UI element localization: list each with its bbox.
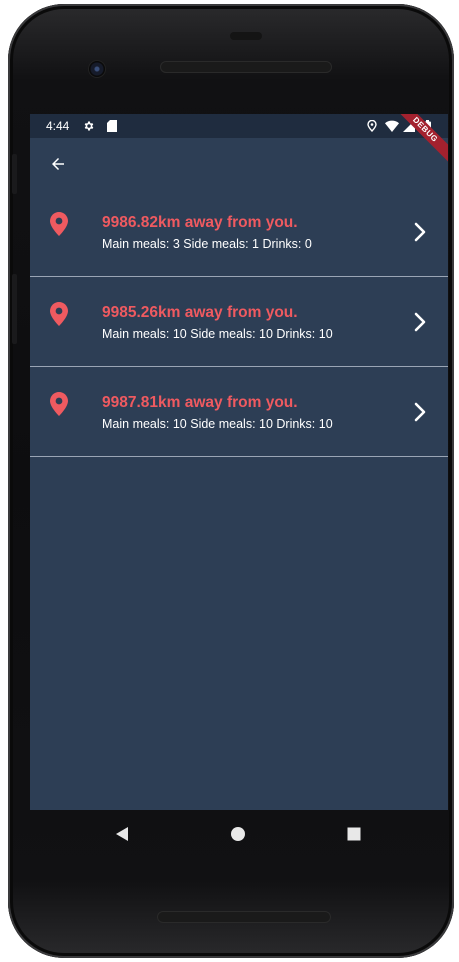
nav-recents-button[interactable] bbox=[342, 822, 366, 846]
location-pin-icon bbox=[50, 302, 68, 326]
item-distance: 9986.82km away from you. bbox=[102, 214, 298, 231]
chevron-right-icon bbox=[414, 222, 426, 242]
app-screen: 4:44 DEBUG 9986.82km away from you. Main… bbox=[30, 114, 448, 810]
settings-icon bbox=[82, 118, 96, 134]
back-triangle-icon bbox=[116, 827, 128, 841]
power-button bbox=[12, 274, 17, 344]
sd-card-icon bbox=[106, 118, 118, 134]
system-nav-bar bbox=[30, 810, 448, 858]
item-distance: 9985.26km away from you. bbox=[102, 304, 298, 321]
bottom-speaker bbox=[157, 911, 331, 923]
restaurant-list: 9986.82km away from you. Main meals: 3 S… bbox=[30, 187, 448, 457]
arrow-back-icon bbox=[52, 158, 64, 170]
item-distance: 9987.81km away from you. bbox=[102, 394, 298, 411]
volume-button bbox=[12, 154, 17, 194]
item-meal-counts: Main meals: 10 Side meals: 10 Drinks: 10 bbox=[102, 417, 333, 431]
status-time: 4:44 bbox=[46, 119, 70, 133]
item-meal-counts: Main meals: 10 Side meals: 10 Drinks: 10 bbox=[102, 327, 333, 341]
status-bar: 4:44 DEBUG bbox=[30, 114, 448, 167]
item-meal-counts: Main meals: 3 Side meals: 1 Drinks: 0 bbox=[102, 237, 312, 251]
list-item[interactable]: 9985.26km away from you. Main meals: 10 … bbox=[30, 277, 448, 367]
wifi-icon bbox=[384, 118, 400, 134]
list-item[interactable]: 9986.82km away from you. Main meals: 3 S… bbox=[30, 187, 448, 277]
location-icon bbox=[366, 118, 378, 134]
list-item[interactable]: 9987.81km away from you. Main meals: 10 … bbox=[30, 367, 448, 457]
front-camera bbox=[89, 61, 105, 77]
earpiece-speaker bbox=[160, 61, 332, 73]
recents-square-icon bbox=[347, 827, 361, 841]
app-bar bbox=[30, 138, 448, 194]
nav-back-button[interactable] bbox=[110, 822, 134, 846]
proximity-sensor bbox=[230, 32, 262, 40]
location-pin-icon bbox=[50, 392, 68, 416]
chevron-right-icon bbox=[414, 312, 426, 332]
location-pin-icon bbox=[50, 212, 68, 236]
nav-home-button[interactable] bbox=[226, 822, 250, 846]
chevron-right-icon bbox=[414, 402, 426, 422]
back-button[interactable] bbox=[42, 148, 74, 180]
home-circle-icon bbox=[231, 827, 245, 841]
